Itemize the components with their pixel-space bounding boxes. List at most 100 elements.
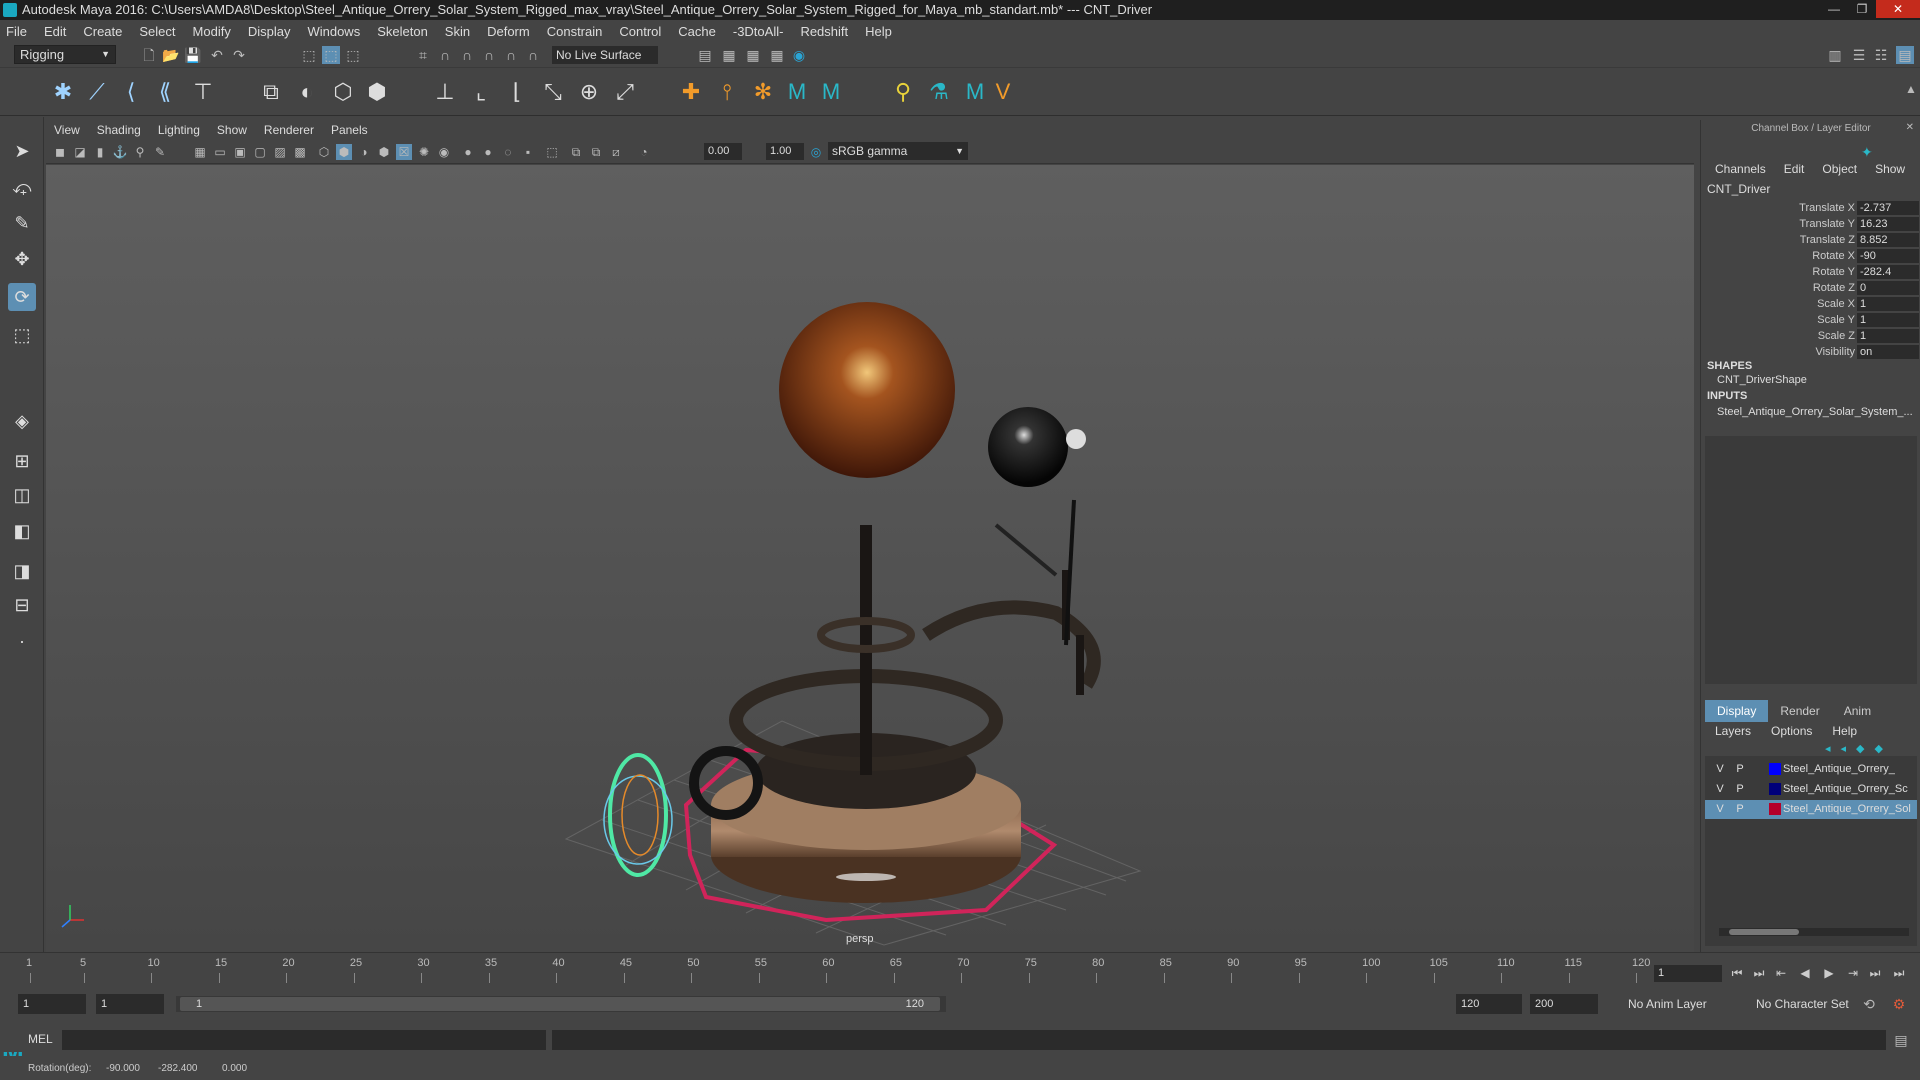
panel-close-icon[interactable]: ✕ (1906, 122, 1914, 133)
ambient-occlusion-icon[interactable]: ◉ (436, 144, 452, 160)
range-slider-bar-fill[interactable] (180, 997, 940, 1011)
attr-value-field[interactable]: -90 (1857, 249, 1919, 263)
orient-constraint-icon[interactable]: ⌊ (504, 79, 530, 105)
snap-curve-icon[interactable]: ∩ (436, 46, 454, 64)
two-view-icon[interactable]: ◫ (8, 481, 36, 509)
step-back-frame-icon[interactable]: ⇤ (1772, 964, 1790, 982)
playback-start-field[interactable]: 1 (96, 994, 164, 1014)
shadows-icon[interactable]: ✺ (416, 144, 432, 160)
character-controls-icon[interactable]: M (818, 79, 844, 105)
snap-point-icon[interactable]: ∩ (458, 46, 476, 64)
cluster-icon[interactable]: ⬢ (364, 79, 390, 105)
go-to-start-icon[interactable]: ⏮ (1728, 964, 1746, 982)
time-slider[interactable]: 1 5 10 15 20 25 30 35 40 45 50 55 60 65 70 75 80 85 90 95 10… (0, 952, 1920, 986)
menu-constrain[interactable]: Constrain (547, 24, 603, 39)
tab-anim[interactable]: Anim (1832, 700, 1883, 722)
step-forward-key-icon[interactable]: ⏭ (1866, 964, 1884, 982)
layer-visibility-toggle[interactable]: V (1713, 782, 1727, 796)
paint-weights-icon[interactable]: ⬡ (330, 79, 356, 105)
bookmark-icon[interactable]: ▮ (92, 144, 108, 160)
menu-set-selector[interactable]: Rigging ▼ (14, 45, 116, 64)
menu-create[interactable]: Create (83, 24, 122, 39)
color-management-icon[interactable]: ◎ (808, 144, 824, 160)
script-language-label[interactable]: MEL (28, 1032, 53, 1046)
menu-modify[interactable]: Modify (193, 24, 231, 39)
go-to-end-icon[interactable]: ⏭ (1890, 964, 1908, 982)
layer-visibility-toggle[interactable]: V (1713, 762, 1727, 776)
layer-color-swatch[interactable] (1769, 783, 1781, 795)
graph-persp-icon[interactable]: ◨ (8, 557, 36, 585)
create-joint-icon[interactable]: ✱ (50, 79, 76, 105)
current-frame-field[interactable]: 1 (1654, 965, 1722, 982)
wireframe-icon[interactable]: ⬡ (316, 144, 332, 160)
anim-layer-select[interactable]: No Anim Layer (1628, 994, 1707, 1014)
field-chart-icon[interactable]: ▨ (272, 144, 288, 160)
layer-playback-toggle[interactable]: P (1733, 782, 1747, 796)
menu-redshift[interactable]: Redshift (800, 24, 848, 39)
step-back-key-icon[interactable]: ⏭ (1750, 964, 1768, 982)
menu-display[interactable]: Display (248, 24, 291, 39)
script-editor-icon[interactable]: ▤ (1892, 1031, 1910, 1049)
layers-menu[interactable]: Layers (1715, 724, 1751, 738)
command-input[interactable] (62, 1030, 546, 1050)
smooth-shade-icon[interactable]: ⬢ (336, 144, 352, 160)
snap-view-icon[interactable]: ∩ (480, 46, 498, 64)
locator-icon[interactable]: ✚ (678, 79, 704, 105)
layout-more-icon[interactable]: · (8, 627, 36, 655)
attr-value-field[interactable]: -2.737 (1857, 201, 1919, 215)
animation-start-field[interactable]: 1 (18, 994, 86, 1014)
layer-list-scrollbar[interactable] (1719, 928, 1909, 936)
xray-joints-icon[interactable]: ⧉ (568, 144, 584, 160)
hypershade-persp-icon[interactable]: ⊟ (8, 591, 36, 619)
parent-constraint-icon[interactable]: ⊕ (576, 79, 602, 105)
scale-tool-icon[interactable]: ⬚ (8, 321, 36, 349)
scrollbar-thumb[interactable] (1729, 929, 1799, 935)
select-component-icon[interactable]: ⬚ (344, 46, 362, 64)
bind-skin-icon[interactable]: ⧉ (258, 79, 284, 105)
motion-blur-icon[interactable]: ● (460, 144, 476, 160)
attribute-editor-icon[interactable]: ☰ (1850, 46, 1868, 64)
options-menu[interactable]: Options (1771, 724, 1812, 738)
hypershade-icon[interactable]: ◉ (790, 46, 808, 64)
orient-joint-icon[interactable]: ⊤ (190, 79, 216, 105)
redo-icon[interactable]: ↷ (230, 46, 248, 64)
bend-deformer-icon[interactable]: V (990, 79, 1016, 105)
pole-vector-icon[interactable]: ⤢ (612, 79, 638, 105)
step-forward-frame-icon[interactable]: ⇥ (1844, 964, 1862, 982)
edit-menu[interactable]: Edit (1784, 162, 1805, 176)
layer-playback-toggle[interactable]: P (1733, 802, 1747, 816)
minimize-icon[interactable]: — (1820, 0, 1848, 18)
panel-menu-renderer[interactable]: Renderer (264, 123, 314, 137)
select-tool-icon[interactable]: ➤ (8, 137, 36, 165)
paint-select-icon[interactable]: ✎ (8, 209, 36, 237)
smooth-bind-icon[interactable]: ◐ (294, 79, 320, 105)
save-scene-icon[interactable]: 💾 (184, 46, 202, 64)
menu-file[interactable]: File (6, 24, 27, 39)
layer-row[interactable]: V P Steel_Antique_Orrery_Sol (1705, 800, 1917, 819)
ik-handle-icon[interactable]: ⟋ (84, 79, 110, 105)
live-surface-field[interactable]: No Live Surface (552, 46, 658, 64)
layer-visibility-toggle[interactable]: V (1713, 802, 1727, 816)
animation-prefs-icon[interactable]: ⚙ (1890, 995, 1908, 1013)
modeling-toolkit-icon[interactable]: ▥ (1826, 46, 1844, 64)
snap-live-icon[interactable]: ∩ (524, 46, 542, 64)
viewport-persp[interactable]: persp (46, 165, 1694, 952)
move-tool-icon[interactable]: ✥ (8, 245, 36, 273)
render-settings-icon[interactable]: ▤ (696, 46, 714, 64)
tab-render[interactable]: Render (1768, 700, 1831, 722)
attr-value-field[interactable]: 1 (1857, 329, 1919, 343)
layer-row[interactable]: V P Steel_Antique_Orrery_Sc (1705, 780, 1917, 799)
panel-menu-panels[interactable]: Panels (331, 123, 368, 137)
lasso-tool-icon[interactable]: ⤽ (8, 173, 36, 201)
four-view-icon[interactable]: ⊞ (8, 447, 36, 475)
single-view-icon[interactable]: ◈ (8, 407, 36, 435)
input-node[interactable]: Steel_Antique_Orrery_Solar_System_... (1717, 406, 1917, 418)
mirror-joint-icon[interactable]: ⟪ (152, 79, 178, 105)
layer-color-swatch[interactable] (1769, 803, 1781, 815)
scale-constraint-icon[interactable]: ⤡ (540, 79, 566, 105)
character-set-select[interactable]: No Character Set (1756, 994, 1849, 1014)
handle-icon[interactable]: ⫯ (714, 79, 740, 105)
new-scene-icon[interactable]: 🗋 (140, 46, 158, 64)
image-plane-icon[interactable]: ⚓ (112, 144, 128, 160)
wireframe-on-shaded-icon[interactable]: ◑ (356, 144, 372, 160)
